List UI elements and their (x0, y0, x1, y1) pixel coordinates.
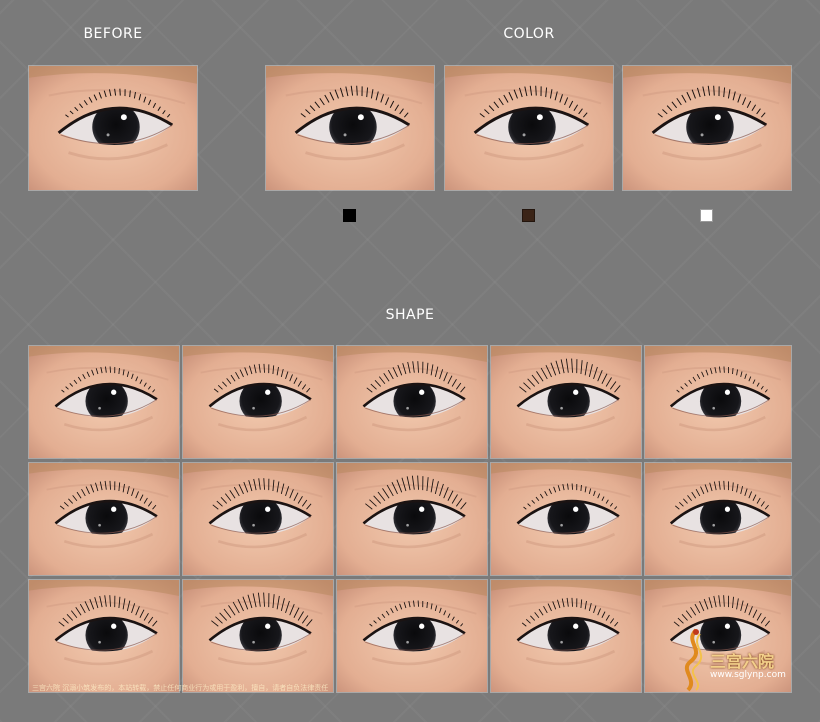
watermark-text: 三宫六院 沉溺小筑发布的，本站转载，禁止任何商业行为或用于盈利，擅自，请者自负法… (32, 684, 329, 692)
color-heading: COLOR (503, 26, 555, 42)
before-heading: BEFORE (83, 26, 143, 42)
color-eye-image-white (622, 65, 792, 191)
shape-eye-image (182, 345, 334, 459)
swatch-white (700, 209, 713, 222)
color-eye-image-brown (444, 65, 614, 191)
shape-eye-image (644, 462, 792, 576)
shape-eye-image (28, 345, 180, 459)
swatch-brown (522, 209, 535, 222)
shape-eye-image (490, 462, 642, 576)
shape-heading: SHAPE (385, 307, 435, 323)
shape-eye-image (28, 462, 180, 576)
shape-eye-image (490, 345, 642, 459)
shape-eye-image (336, 345, 488, 459)
logo-text: 三宫六院 (710, 652, 775, 671)
swatch-black (343, 209, 356, 222)
logo-url: www.sglynp.com (710, 670, 786, 680)
shape-eye-image (336, 579, 488, 693)
color-eye-image-black (265, 65, 435, 191)
before-eye-image (28, 65, 198, 191)
shape-eye-image (28, 579, 180, 693)
shape-eye-image (644, 345, 792, 459)
site-logo: 三宫六院 www.sglynp.com (676, 624, 816, 694)
shape-eye-image (182, 579, 334, 693)
shape-eye-image (336, 462, 488, 576)
shape-eye-image (490, 579, 642, 693)
shape-eye-image (182, 462, 334, 576)
